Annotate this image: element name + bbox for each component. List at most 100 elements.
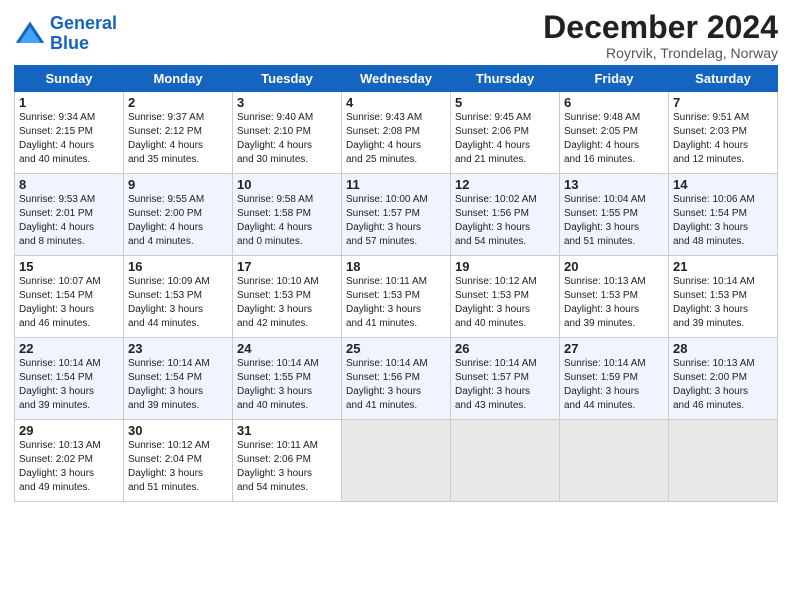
day-info: Sunrise: 10:13 AMSunset: 2:02 PMDaylight… [19, 439, 119, 495]
page-container: General Blue December 2024 Royrvik, Tron… [0, 0, 792, 508]
day-number: 25 [346, 341, 446, 356]
calendar-cell: 25Sunrise: 10:14 AMSunset: 1:56 PMDaylig… [342, 338, 451, 420]
day-info: Sunrise: 9:45 AMSunset: 2:06 PMDaylight:… [455, 111, 555, 167]
calendar-cell: 16Sunrise: 10:09 AMSunset: 1:53 PMDaylig… [124, 256, 233, 338]
day-info: Sunrise: 10:14 AMSunset: 1:54 PMDaylight… [128, 357, 228, 413]
day-number: 11 [346, 177, 446, 192]
calendar-cell: 30Sunrise: 10:12 AMSunset: 2:04 PMDaylig… [124, 420, 233, 502]
calendar-cell: 7Sunrise: 9:51 AMSunset: 2:03 PMDaylight… [669, 92, 778, 174]
calendar-cell: 20Sunrise: 10:13 AMSunset: 1:53 PMDaylig… [560, 256, 669, 338]
day-info: Sunrise: 10:10 AMSunset: 1:53 PMDaylight… [237, 275, 337, 331]
day-number: 10 [237, 177, 337, 192]
calendar-cell: 24Sunrise: 10:14 AMSunset: 1:55 PMDaylig… [233, 338, 342, 420]
calendar-cell: 2Sunrise: 9:37 AMSunset: 2:12 PMDaylight… [124, 92, 233, 174]
header: General Blue December 2024 Royrvik, Tron… [14, 10, 778, 61]
day-info: Sunrise: 10:09 AMSunset: 1:53 PMDaylight… [128, 275, 228, 331]
day-info: Sunrise: 10:14 AMSunset: 1:55 PMDaylight… [237, 357, 337, 413]
calendar-cell: 26Sunrise: 10:14 AMSunset: 1:57 PMDaylig… [451, 338, 560, 420]
day-number: 8 [19, 177, 119, 192]
calendar-cell: 14Sunrise: 10:06 AMSunset: 1:54 PMDaylig… [669, 174, 778, 256]
day-number: 22 [19, 341, 119, 356]
logo-icon [14, 18, 46, 50]
logo: General Blue [14, 14, 117, 54]
col-wednesday: Wednesday [342, 66, 451, 92]
day-info: Sunrise: 10:13 AMSunset: 1:53 PMDaylight… [564, 275, 664, 331]
day-number: 18 [346, 259, 446, 274]
day-number: 23 [128, 341, 228, 356]
day-number: 16 [128, 259, 228, 274]
calendar-cell: 17Sunrise: 10:10 AMSunset: 1:53 PMDaylig… [233, 256, 342, 338]
header-row: Sunday Monday Tuesday Wednesday Thursday… [15, 66, 778, 92]
col-friday: Friday [560, 66, 669, 92]
logo-line2: Blue [50, 33, 89, 53]
title-block: December 2024 Royrvik, Trondelag, Norway [543, 10, 778, 61]
day-info: Sunrise: 10:02 AMSunset: 1:56 PMDaylight… [455, 193, 555, 249]
calendar-cell: 6Sunrise: 9:48 AMSunset: 2:05 PMDaylight… [560, 92, 669, 174]
day-number: 13 [564, 177, 664, 192]
day-number: 20 [564, 259, 664, 274]
day-info: Sunrise: 10:07 AMSunset: 1:54 PMDaylight… [19, 275, 119, 331]
day-info: Sunrise: 9:43 AMSunset: 2:08 PMDaylight:… [346, 111, 446, 167]
logo-text: General Blue [50, 14, 117, 54]
day-info: Sunrise: 9:53 AMSunset: 2:01 PMDaylight:… [19, 193, 119, 249]
calendar-cell: 1Sunrise: 9:34 AMSunset: 2:15 PMDaylight… [15, 92, 124, 174]
day-info: Sunrise: 10:11 AMSunset: 1:53 PMDaylight… [346, 275, 446, 331]
day-info: Sunrise: 10:12 AMSunset: 2:04 PMDaylight… [128, 439, 228, 495]
day-info: Sunrise: 9:58 AMSunset: 1:58 PMDaylight:… [237, 193, 337, 249]
calendar-cell: 9Sunrise: 9:55 AMSunset: 2:00 PMDaylight… [124, 174, 233, 256]
calendar-week-1: 1Sunrise: 9:34 AMSunset: 2:15 PMDaylight… [15, 92, 778, 174]
day-number: 19 [455, 259, 555, 274]
calendar-cell: 22Sunrise: 10:14 AMSunset: 1:54 PMDaylig… [15, 338, 124, 420]
day-number: 24 [237, 341, 337, 356]
day-info: Sunrise: 10:00 AMSunset: 1:57 PMDaylight… [346, 193, 446, 249]
day-info: Sunrise: 10:14 AMSunset: 1:59 PMDaylight… [564, 357, 664, 413]
day-number: 9 [128, 177, 228, 192]
calendar-cell: 28Sunrise: 10:13 AMSunset: 2:00 PMDaylig… [669, 338, 778, 420]
logo-line1: General [50, 13, 117, 33]
day-number: 30 [128, 423, 228, 438]
calendar-week-2: 8Sunrise: 9:53 AMSunset: 2:01 PMDaylight… [15, 174, 778, 256]
day-info: Sunrise: 10:14 AMSunset: 1:53 PMDaylight… [673, 275, 773, 331]
calendar-body: 1Sunrise: 9:34 AMSunset: 2:15 PMDaylight… [15, 92, 778, 502]
day-number: 28 [673, 341, 773, 356]
day-number: 31 [237, 423, 337, 438]
day-info: Sunrise: 10:14 AMSunset: 1:56 PMDaylight… [346, 357, 446, 413]
calendar-cell: 4Sunrise: 9:43 AMSunset: 2:08 PMDaylight… [342, 92, 451, 174]
day-number: 27 [564, 341, 664, 356]
calendar-cell: 31Sunrise: 10:11 AMSunset: 2:06 PMDaylig… [233, 420, 342, 502]
calendar-cell [560, 420, 669, 502]
col-thursday: Thursday [451, 66, 560, 92]
calendar-cell: 10Sunrise: 9:58 AMSunset: 1:58 PMDayligh… [233, 174, 342, 256]
calendar-cell: 21Sunrise: 10:14 AMSunset: 1:53 PMDaylig… [669, 256, 778, 338]
day-info: Sunrise: 9:34 AMSunset: 2:15 PMDaylight:… [19, 111, 119, 167]
calendar-cell: 15Sunrise: 10:07 AMSunset: 1:54 PMDaylig… [15, 256, 124, 338]
calendar-cell: 8Sunrise: 9:53 AMSunset: 2:01 PMDaylight… [15, 174, 124, 256]
col-saturday: Saturday [669, 66, 778, 92]
calendar-cell [669, 420, 778, 502]
day-info: Sunrise: 10:13 AMSunset: 2:00 PMDaylight… [673, 357, 773, 413]
day-number: 2 [128, 95, 228, 110]
day-number: 29 [19, 423, 119, 438]
col-monday: Monday [124, 66, 233, 92]
day-info: Sunrise: 9:37 AMSunset: 2:12 PMDaylight:… [128, 111, 228, 167]
day-info: Sunrise: 10:04 AMSunset: 1:55 PMDaylight… [564, 193, 664, 249]
day-number: 15 [19, 259, 119, 274]
calendar-header: Sunday Monday Tuesday Wednesday Thursday… [15, 66, 778, 92]
calendar-cell: 29Sunrise: 10:13 AMSunset: 2:02 PMDaylig… [15, 420, 124, 502]
calendar-cell: 13Sunrise: 10:04 AMSunset: 1:55 PMDaylig… [560, 174, 669, 256]
calendar-cell: 3Sunrise: 9:40 AMSunset: 2:10 PMDaylight… [233, 92, 342, 174]
calendar-cell: 12Sunrise: 10:02 AMSunset: 1:56 PMDaylig… [451, 174, 560, 256]
day-info: Sunrise: 10:06 AMSunset: 1:54 PMDaylight… [673, 193, 773, 249]
calendar-table: Sunday Monday Tuesday Wednesday Thursday… [14, 65, 778, 502]
month-title: December 2024 [543, 10, 778, 45]
day-number: 26 [455, 341, 555, 356]
calendar-cell: 27Sunrise: 10:14 AMSunset: 1:59 PMDaylig… [560, 338, 669, 420]
calendar-week-4: 22 Sunrise: 10:14 AMSunset: 1:54 PMDaylig… [15, 338, 778, 420]
day-number: 14 [673, 177, 773, 192]
day-number: 6 [564, 95, 664, 110]
day-info: Sunrise: 9:40 AMSunset: 2:10 PMDaylight:… [237, 111, 337, 167]
day-number: 12 [455, 177, 555, 192]
day-info: Sunrise: 9:51 AMSunset: 2:03 PMDaylight:… [673, 111, 773, 167]
day-number: 5 [455, 95, 555, 110]
day-number: 1 [19, 95, 119, 110]
